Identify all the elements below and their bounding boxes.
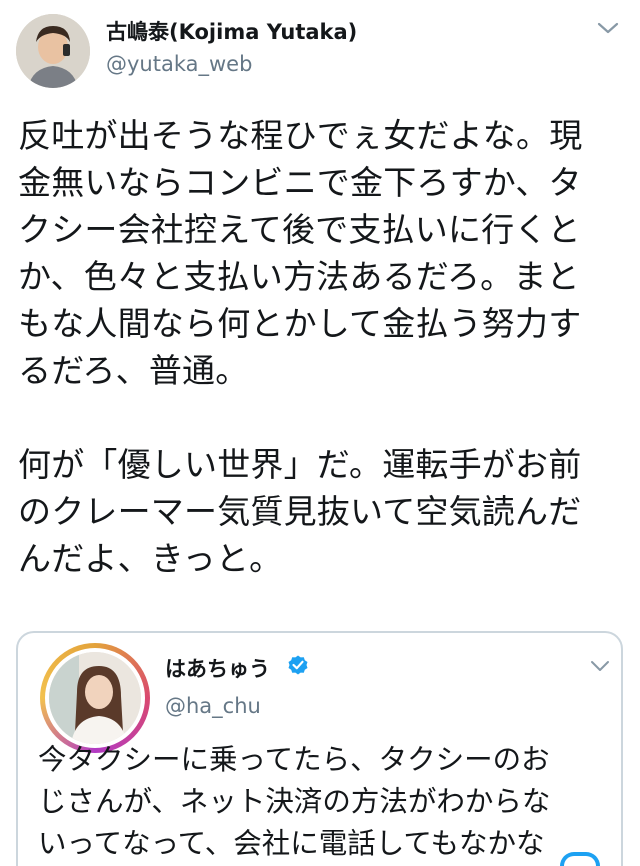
tweet-detail-page: 古嶋泰(Kojima Yutaka) @yutaka_web 反吐が出そうな程ひ…	[0, 0, 640, 866]
tweet-line: もな人間なら何とかして金払う努力す	[18, 304, 582, 343]
blue-action-indicator[interactable]	[560, 852, 600, 866]
tweet-line: 金無いならコンビニで金下ろすか、タ	[18, 163, 582, 202]
tweet-line: るだろ、普通。	[18, 351, 249, 390]
quoted-author-name[interactable]: はあちゅう	[165, 653, 270, 683]
tweet-line: のクレーマー気質見抜いて空気読んだ	[18, 492, 582, 531]
tweet-line: 反吐が出そうな程ひでぇ女だよな。現	[18, 116, 583, 155]
tweet-line: か、色々と支払い方法あるだろ。まと	[18, 257, 580, 296]
author-avatar[interactable]	[16, 14, 90, 88]
chevron-down-icon[interactable]	[597, 20, 619, 36]
avatar-ring-inner	[45, 648, 145, 748]
tweet-line: クシー会社控えて後で支払いに行くと	[18, 210, 581, 249]
chevron-down-icon[interactable]	[590, 659, 610, 673]
author-name[interactable]: 古嶋泰(Kojima Yutaka)	[106, 16, 357, 46]
tweet-line: んだよ、きっと。	[18, 539, 283, 578]
tweet-line: 何が「優しい世界」だ。運転手がお前	[18, 445, 582, 484]
quoted-author-handle[interactable]: @ha_chu	[165, 694, 261, 718]
quoted-author-avatar[interactable]	[40, 643, 150, 753]
quoted-tweet-card[interactable]: はあちゅう @ha_chu 今タクシーに乗ってたら、タクシーのお じさんが、ネッ…	[16, 631, 623, 866]
tweet-text: 反吐が出そうな程ひでぇ女だよな。現 金無いならコンビニで金下ろすか、タ クシー会…	[18, 112, 630, 582]
verified-badge-icon	[288, 655, 308, 675]
quoted-tweet-line: いってなって、会社に電話してもなかな	[38, 827, 545, 860]
author-handle[interactable]: @yutaka_web	[106, 52, 252, 76]
quoted-tweet-line: じさんが、ネット決済の方法がわからな	[38, 785, 551, 818]
quoted-tweet-line: 今タクシーに乗ってたら、タクシーのお	[38, 743, 550, 776]
quoted-tweet-text: 今タクシーに乗ってたら、タクシーのお じさんが、ネット決済の方法がわからな いっ…	[38, 739, 618, 865]
avatar-photo	[49, 652, 141, 744]
